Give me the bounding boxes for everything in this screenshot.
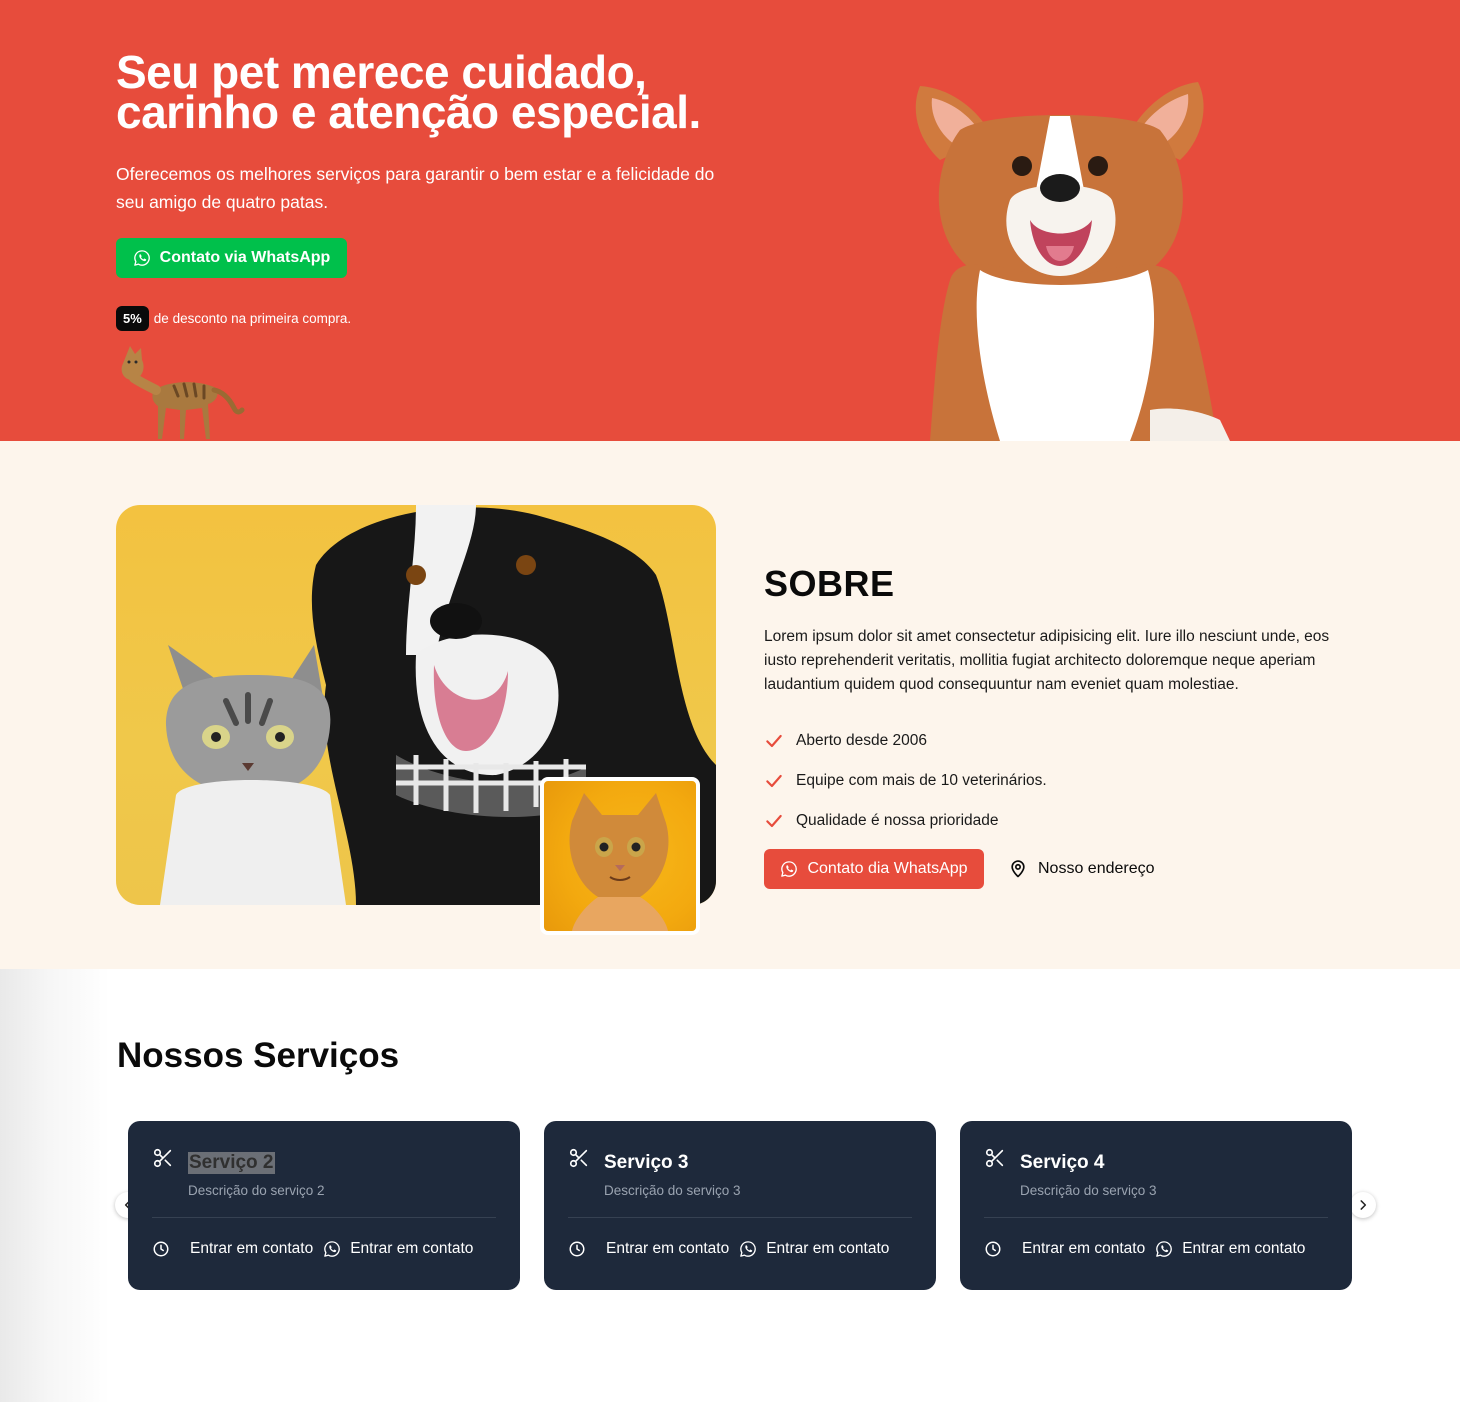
service-description: Descrição do serviço 2 (188, 1183, 325, 1198)
hero-whatsapp-button[interactable]: Contato via WhatsApp (116, 238, 347, 278)
list-item: Aberto desde 2006 (764, 721, 1047, 761)
discount-note: 5% de desconto na primeira compra. (116, 306, 351, 331)
about-title: SOBRE (764, 563, 895, 604)
whatsapp-contact-link[interactable]: Entrar em contato (766, 1240, 889, 1258)
services-title: Nossos Serviços (117, 1036, 400, 1075)
list-item: Qualidade é nossa prioridade (764, 801, 1047, 841)
about-whatsapp-button[interactable]: Contato dia WhatsApp (764, 849, 984, 889)
scissors-icon (568, 1147, 590, 1169)
whatsapp-icon (323, 1240, 341, 1258)
hero-title: Seu pet merece cuidado, carinho e atençã… (116, 49, 816, 135)
check-icon (764, 731, 784, 751)
clock-icon (152, 1240, 170, 1258)
whatsapp-contact-link[interactable]: Entrar em contato (350, 1240, 473, 1258)
discount-badge: 5% (116, 306, 149, 331)
orange-cat-thumbnail (540, 777, 700, 935)
service-description: Descrição do serviço 3 (1020, 1183, 1157, 1198)
service-card: Serviço 3 Descrição do serviço 3 Entrar … (544, 1121, 936, 1290)
check-icon (764, 771, 784, 791)
about-text: Lorem ipsum dolor sit amet consectetur a… (764, 628, 1330, 693)
card-footer: Entrar em contato Entrar em contato (984, 1240, 1305, 1258)
contact-link[interactable]: Entrar em contato (606, 1240, 729, 1258)
hero-section: Seu pet merece cuidado, carinho e atençã… (0, 0, 1460, 441)
map-pin-icon (1008, 859, 1028, 879)
about-section: SOBRE Lorem ipsum dolor sit amet consect… (0, 441, 1460, 969)
orange-cat-illustration (569, 793, 669, 931)
contact-link[interactable]: Entrar em contato (1022, 1240, 1145, 1258)
service-title: Serviço 4 (1020, 1152, 1105, 1173)
about-whatsapp-button-label: Contato dia WhatsApp (807, 860, 968, 877)
clock-icon (568, 1240, 586, 1258)
feature-label: Aberto desde 2006 (796, 732, 927, 749)
corgi-dog-image (915, 82, 1230, 441)
check-icon (764, 811, 784, 831)
whatsapp-icon (133, 249, 151, 267)
card-divider (152, 1217, 496, 1218)
card-footer: Entrar em contato Entrar em contato (152, 1240, 473, 1258)
scissors-icon (984, 1147, 1006, 1169)
chevron-right-icon (1360, 1200, 1367, 1210)
left-edge-shade (0, 969, 110, 1402)
clock-icon (984, 1240, 1002, 1258)
whatsapp-icon (1155, 1240, 1173, 1258)
service-title: Serviço 2 (188, 1152, 275, 1174)
hero-title-line-2: carinho e atenção especial. (116, 86, 701, 138)
service-description: Descrição do serviço 3 (604, 1183, 741, 1198)
hero-subtitle: Oferecemos os melhores serviços para gar… (116, 164, 715, 212)
feature-label: Qualidade é nossa prioridade (796, 812, 999, 829)
about-features-list: Aberto desde 2006 Equipe com mais de 10 … (764, 721, 1047, 841)
address-button[interactable]: Nosso endereço (1008, 849, 1155, 889)
hero-whatsapp-button-label: Contato via WhatsApp (159, 249, 331, 266)
whatsapp-contact-link[interactable]: Entrar em contato (1182, 1240, 1305, 1258)
walking-cat-image (121, 346, 245, 439)
service-title: Serviço 3 (604, 1152, 689, 1173)
whatsapp-icon (780, 860, 798, 878)
feature-label: Equipe com mais de 10 veterinários. (796, 772, 1047, 789)
scissors-icon (152, 1147, 174, 1169)
service-card: Serviço 4 Descrição do serviço 3 Entrar … (960, 1121, 1352, 1290)
card-divider (568, 1217, 912, 1218)
address-button-label: Nosso endereço (1038, 860, 1155, 877)
contact-link[interactable]: Entrar em contato (190, 1240, 313, 1258)
discount-text: de desconto na primeira compra. (153, 311, 352, 326)
carousel-next-button[interactable] (1350, 1192, 1376, 1218)
card-divider (984, 1217, 1328, 1218)
service-card: Serviço 2 Descrição do serviço 2 Entrar … (128, 1121, 520, 1290)
card-footer: Entrar em contato Entrar em contato (568, 1240, 889, 1258)
list-item: Equipe com mais de 10 veterinários. (764, 761, 1047, 801)
whatsapp-icon (739, 1240, 757, 1258)
